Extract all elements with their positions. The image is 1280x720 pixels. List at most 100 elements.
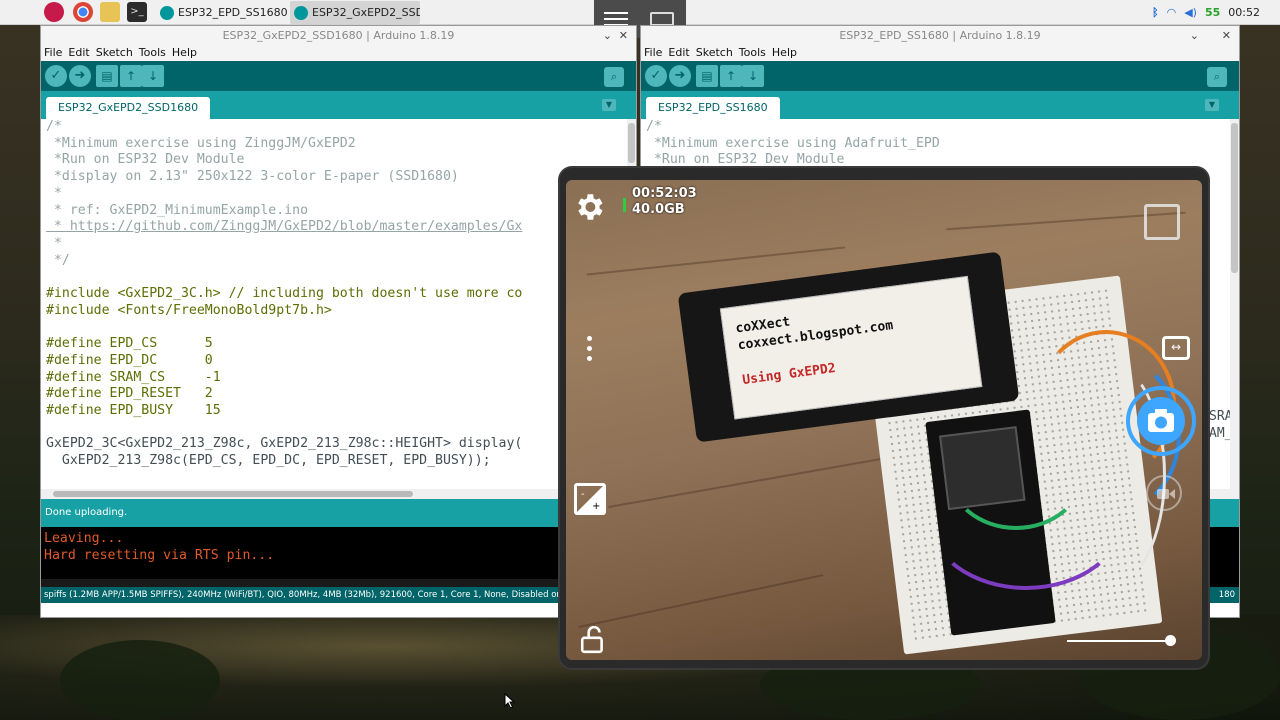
open-button[interactable]: ↑ [720,65,742,87]
menu-help[interactable]: Help [772,45,797,61]
exposure-icon[interactable]: - + [574,483,606,515]
code-line: *Minimum exercise using ZinggJM/GxEPD2 [46,135,356,151]
menu-file[interactable]: File [44,45,62,61]
menu-file[interactable]: File [644,45,662,61]
menu-edit[interactable]: Edit [668,45,689,61]
code-line: /* [46,119,62,134]
camera-icon [1148,409,1174,432]
code-line-link[interactable]: * https://github.com/ZinggJM/GxEPD2/blob… [46,219,522,234]
code-line: #define EPD_RESET 2 [46,386,213,402]
raspberry-menu-icon[interactable] [44,2,64,22]
camera-viewfinder[interactable]: coXXect coxxect.blogspot.com Using GxEPD… [566,180,1202,660]
svg-text:+: + [592,501,600,512]
zoom-slider-track[interactable] [1067,640,1172,642]
serial-monitor-icon[interactable]: ⌕ [604,67,624,87]
system-tray: ᛒ ◠ ◀) 55 00:52 [1152,0,1280,25]
gallery-icon[interactable] [1144,204,1180,240]
tab-bar: ESP32_EPD_SS1680 ▼ [641,91,1239,119]
code-line: * [46,185,62,201]
battery-indicator[interactable]: 55 [1205,6,1220,19]
code-line: #define SRAM_CS -1 [46,369,221,385]
code-line: #include <Fonts/FreeMonoBold9pt7b.h> [46,302,332,318]
new-sketch-button[interactable]: ▤ [696,65,718,87]
menu-help[interactable]: Help [172,45,197,61]
tab-sketch[interactable]: ESP32_GxEPD2_SSD1680 [46,97,211,119]
menu-bar: File Edit Sketch Tools Help [41,45,636,61]
menu-tools[interactable]: Tools [139,45,166,61]
save-button[interactable]: ↓ [142,65,164,87]
tab-menu-icon[interactable]: ▼ [1205,99,1219,111]
window-titlebar: ESP32_GxEPD2_SSD1680 | Arduino 1.8.19 ⌄ … [41,26,636,45]
svg-text:-: - [581,489,585,500]
board-info-bar: spiffs (1.2MB APP/1.5MB SPIFFS), 240MHz … [41,587,636,603]
verify-button[interactable]: ✓ [45,65,67,87]
upload-button[interactable]: ➜ [69,65,91,87]
horizontal-scrollbar[interactable] [41,489,636,499]
code-line: /* [646,119,662,134]
task-arduino-gxepd2[interactable]: ESP32_GxEPD2_SSD... [290,1,420,24]
code-line: #include <GxEPD2_3C.h> // including both… [46,286,523,302]
save-button[interactable]: ↓ [742,65,764,87]
tab-bar: ESP32_GxEPD2_SSD1680 ▼ [41,91,636,119]
recording-time: 00:52:03 [632,186,697,201]
code-line: *display on 2.13" 250x122 3-color E-pape… [46,169,459,185]
menu-edit[interactable]: Edit [68,45,89,61]
menu-sketch[interactable]: Sketch [696,45,733,61]
code-editor[interactable]: /* *Minimum exercise using ZinggJM/GxEPD… [41,119,636,499]
settings-gear-icon[interactable] [572,190,606,224]
zoom-slider-handle[interactable] [1165,635,1176,646]
menu-tools[interactable]: Tools [739,45,766,61]
window-title: ESP32_GxEPD2_SSD1680 | Arduino 1.8.19 [222,29,455,42]
tab-menu-icon[interactable]: ▼ [602,99,616,111]
arduino-icon [294,5,308,20]
code-line: */ [46,252,70,268]
wifi-icon[interactable]: ◠ [1167,6,1177,19]
window-titlebar: ESP32_EPD_SS1680 | Arduino 1.8.19 ⌄ ✕ [641,26,1239,45]
browser-icon[interactable] [73,2,93,22]
verify-button[interactable]: ✓ [645,65,667,87]
vertical-scrollbar[interactable] [1230,119,1239,499]
storage-remaining: 40.0GB [632,202,685,217]
menu-sketch[interactable]: Sketch [96,45,133,61]
code-line: #define EPD_CS 5 [46,336,213,352]
close-icon[interactable]: ✕ [1222,26,1231,45]
lock-rotation-icon[interactable] [580,626,606,654]
more-options-icon[interactable] [584,336,594,366]
code-line: * ref: GxEPD2_MinimumExample.ino [46,202,309,218]
console-line: Leaving... [44,531,124,546]
task-label: ESP32_GxEPD2_SSD... [312,6,420,19]
tab-sketch[interactable]: ESP32_EPD_SS1680 [646,97,780,119]
minimize-icon[interactable]: ⌄ [1190,26,1199,45]
minimize-icon[interactable]: ⌄ [603,26,612,45]
task-label: ESP32_EPD_SS1680 ... [178,6,288,19]
serial-monitor-icon[interactable]: ⌕ [1207,67,1227,87]
terminal-icon[interactable]: >_ [127,2,147,22]
bluetooth-icon[interactable]: ᛒ [1152,6,1159,19]
clock[interactable]: 00:52 [1228,6,1260,19]
code-line: *Run on ESP32 Dev Module [46,152,245,168]
arduino-window-gxepd2: ESP32_GxEPD2_SSD1680 | Arduino 1.8.19 ⌄ … [40,25,637,618]
open-button[interactable]: ↑ [120,65,142,87]
new-sketch-button[interactable]: ▤ [96,65,118,87]
switch-camera-icon[interactable]: ↔ [1162,336,1190,360]
hamburger-menu-icon[interactable] [604,12,628,26]
file-manager-icon[interactable] [100,2,120,22]
close-icon[interactable]: ✕ [619,26,628,45]
task-arduino-epd-ss1680[interactable]: ESP32_EPD_SS1680 ... [156,1,288,24]
code-line: GxEPD2_213_Z98c(EPD_CS, EPD_DC, EPD_RESE… [46,453,491,469]
video-mode-button[interactable] [1146,475,1182,511]
storage-level-indicator [623,198,626,212]
code-line: * [46,235,62,251]
code-line: GxEPD2_3C<GxEPD2_213_Z98c, GxEPD2_213_Z9… [46,436,523,452]
arduino-icon [160,5,174,20]
keyboard-icon[interactable] [650,12,674,26]
console-output[interactable]: Leaving... Hard resetting via RTS pin... [41,527,636,587]
status-bar: Done uploading. [41,499,636,527]
shutter-button[interactable] [1126,386,1196,456]
volume-icon[interactable]: ◀) [1184,6,1197,19]
epaper-line: Using GxEPD2 [741,360,837,389]
console-scrollbar[interactable] [41,579,636,587]
menu-bar: File Edit Sketch Tools Help [641,45,1239,61]
upload-button[interactable]: ➜ [669,65,691,87]
window-title: ESP32_EPD_SS1680 | Arduino 1.8.19 [839,29,1041,42]
